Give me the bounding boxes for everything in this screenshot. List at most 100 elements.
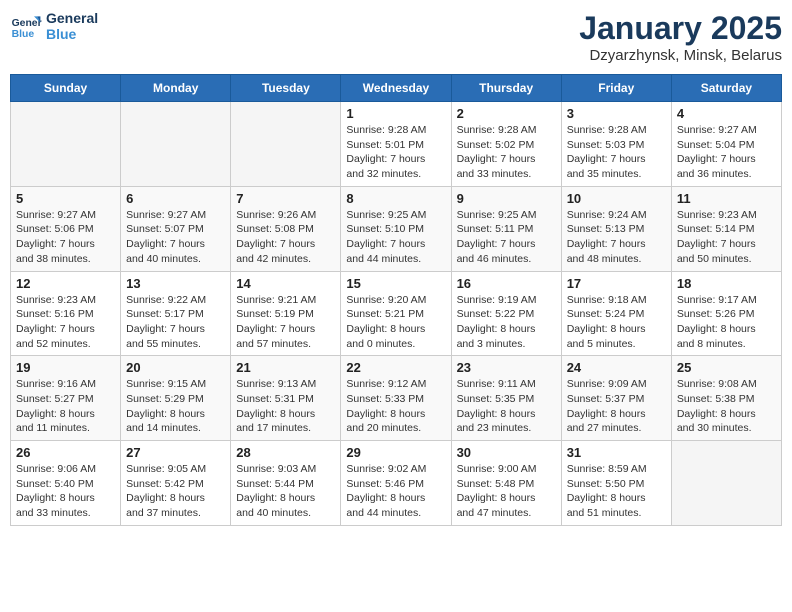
calendar-day-cell: 29Sunrise: 9:02 AM Sunset: 5:46 PM Dayli… (341, 441, 451, 526)
calendar-day-cell: 12 Sunrise: 9:23 AM Sunset: 5:16 PM Dayli… (11, 271, 121, 356)
day-info: Sunrise: 8:59 AM Sunset: 5:50 PM Dayligh… (567, 462, 666, 521)
day-number: 12 (16, 276, 115, 291)
calendar-day-cell: 25Sunrise: 9:08 AM Sunset: 5:38 PM Dayli… (671, 356, 781, 441)
calendar-day-cell: 30Sunrise: 9:00 AM Sunset: 5:48 PM Dayli… (451, 441, 561, 526)
day-info: Sunrise: 9:28 AM Sunset: 5:02 PM Dayligh… (457, 123, 556, 182)
calendar-day-cell: 6 Sunrise: 9:27 AM Sunset: 5:07 PM Daylig… (121, 186, 231, 271)
day-number: 5 (16, 191, 115, 206)
day-number: 18 (677, 276, 776, 291)
day-number: 22 (346, 360, 445, 375)
day-number: 6 (126, 191, 225, 206)
day-number: 7 (236, 191, 335, 206)
day-number: 17 (567, 276, 666, 291)
day-number: 3 (567, 106, 666, 121)
logo-line2: Blue (46, 26, 98, 42)
day-info: Sunrise: 9:23 AM Sunset: 5:14 PM Dayligh… (677, 208, 776, 267)
day-number: 13 (126, 276, 225, 291)
day-number: 20 (126, 360, 225, 375)
day-number: 26 (16, 445, 115, 460)
weekday-header: Friday (561, 75, 671, 102)
day-info: Sunrise: 9:23 AM Sunset: 5:16 PM Dayligh… (16, 293, 115, 352)
day-info: Sunrise: 9:15 AM Sunset: 5:29 PM Dayligh… (126, 377, 225, 436)
calendar-day-cell (121, 102, 231, 187)
calendar-subtitle: Dzyarzhynsk, Minsk, Belarus (579, 47, 782, 64)
weekday-header: Wednesday (341, 75, 451, 102)
logo-icon: General Blue (10, 10, 42, 42)
calendar-day-cell: 4 Sunrise: 9:27 AM Sunset: 5:04 PM Daylig… (671, 102, 781, 187)
calendar-day-cell: 18Sunrise: 9:17 AM Sunset: 5:26 PM Dayli… (671, 271, 781, 356)
calendar-day-cell: 3 Sunrise: 9:28 AM Sunset: 5:03 PM Daylig… (561, 102, 671, 187)
calendar-day-cell: 2 Sunrise: 9:28 AM Sunset: 5:02 PM Daylig… (451, 102, 561, 187)
calendar-day-cell (671, 441, 781, 526)
day-number: 19 (16, 360, 115, 375)
day-info: Sunrise: 9:27 AM Sunset: 5:07 PM Dayligh… (126, 208, 225, 267)
day-number: 21 (236, 360, 335, 375)
calendar-day-cell: 31Sunrise: 8:59 AM Sunset: 5:50 PM Dayli… (561, 441, 671, 526)
day-info: Sunrise: 9:18 AM Sunset: 5:24 PM Dayligh… (567, 293, 666, 352)
calendar-day-cell: 24 Sunrise: 9:09 AM Sunset: 5:37 PM Dayli… (561, 356, 671, 441)
weekday-header-row: SundayMondayTuesdayWednesdayThursdayFrid… (11, 75, 782, 102)
day-info: Sunrise: 9:16 AM Sunset: 5:27 PM Dayligh… (16, 377, 115, 436)
day-number: 16 (457, 276, 556, 291)
calendar-day-cell: 9 Sunrise: 9:25 AM Sunset: 5:11 PM Daylig… (451, 186, 561, 271)
day-number: 27 (126, 445, 225, 460)
day-info: Sunrise: 9:27 AM Sunset: 5:04 PM Dayligh… (677, 123, 776, 182)
day-number: 11 (677, 191, 776, 206)
calendar-day-cell: 20 Sunrise: 9:15 AM Sunset: 5:29 PM Dayli… (121, 356, 231, 441)
day-info: Sunrise: 9:12 AM Sunset: 5:33 PM Dayligh… (346, 377, 445, 436)
weekday-header: Monday (121, 75, 231, 102)
day-number: 8 (346, 191, 445, 206)
calendar-table: SundayMondayTuesdayWednesdayThursdayFrid… (10, 74, 782, 526)
calendar-day-cell: 13 Sunrise: 9:22 AM Sunset: 5:17 PM Dayli… (121, 271, 231, 356)
calendar-day-cell (11, 102, 121, 187)
calendar-week-row: 19 Sunrise: 9:16 AM Sunset: 5:27 PM Dayli… (11, 356, 782, 441)
calendar-day-cell: 11 Sunrise: 9:23 AM Sunset: 5:14 PM Dayli… (671, 186, 781, 271)
calendar-day-cell: 1 Sunrise: 9:28 AM Sunset: 5:01 PM Daylig… (341, 102, 451, 187)
calendar-day-cell: 17 Sunrise: 9:18 AM Sunset: 5:24 PM Dayli… (561, 271, 671, 356)
weekday-header: Thursday (451, 75, 561, 102)
calendar-day-cell (231, 102, 341, 187)
day-info: Sunrise: 9:25 AM Sunset: 5:11 PM Dayligh… (457, 208, 556, 267)
day-info: Sunrise: 9:00 AM Sunset: 5:48 PM Dayligh… (457, 462, 556, 521)
day-info: Sunrise: 9:19 AM Sunset: 5:22 PM Dayligh… (457, 293, 556, 352)
day-number: 23 (457, 360, 556, 375)
calendar-day-cell: 21 Sunrise: 9:13 AM Sunset: 5:31 PM Dayli… (231, 356, 341, 441)
day-info: Sunrise: 9:27 AM Sunset: 5:06 PM Dayligh… (16, 208, 115, 267)
calendar-day-cell: 22 Sunrise: 9:12 AM Sunset: 5:33 PM Dayli… (341, 356, 451, 441)
calendar-day-cell: 14 Sunrise: 9:21 AM Sunset: 5:19 PM Dayli… (231, 271, 341, 356)
day-info: Sunrise: 9:22 AM Sunset: 5:17 PM Dayligh… (126, 293, 225, 352)
day-number: 9 (457, 191, 556, 206)
calendar-day-cell: 15Sunrise: 9:20 AM Sunset: 5:21 PM Dayli… (341, 271, 451, 356)
day-info: Sunrise: 9:21 AM Sunset: 5:19 PM Dayligh… (236, 293, 335, 352)
calendar-title-area: January 2025 Dzyarzhynsk, Minsk, Belarus (579, 10, 782, 64)
day-info: Sunrise: 9:08 AM Sunset: 5:38 PM Dayligh… (677, 377, 776, 436)
day-info: Sunrise: 9:09 AM Sunset: 5:37 PM Dayligh… (567, 377, 666, 436)
day-number: 24 (567, 360, 666, 375)
day-info: Sunrise: 9:24 AM Sunset: 5:13 PM Dayligh… (567, 208, 666, 267)
logo-line1: General (46, 10, 98, 26)
day-info: Sunrise: 9:28 AM Sunset: 5:01 PM Dayligh… (346, 123, 445, 182)
calendar-day-cell: 8 Sunrise: 9:25 AM Sunset: 5:10 PM Daylig… (341, 186, 451, 271)
day-number: 14 (236, 276, 335, 291)
day-info: Sunrise: 9:13 AM Sunset: 5:31 PM Dayligh… (236, 377, 335, 436)
svg-text:Blue: Blue (12, 29, 35, 40)
page-header: General Blue General Blue January 2025 D… (10, 10, 782, 64)
calendar-week-row: 26Sunrise: 9:06 AM Sunset: 5:40 PM Dayli… (11, 441, 782, 526)
logo: General Blue General Blue (10, 10, 98, 42)
calendar-day-cell: 23Sunrise: 9:11 AM Sunset: 5:35 PM Dayli… (451, 356, 561, 441)
calendar-day-cell: 19 Sunrise: 9:16 AM Sunset: 5:27 PM Dayli… (11, 356, 121, 441)
calendar-day-cell: 28 Sunrise: 9:03 AM Sunset: 5:44 PM Dayli… (231, 441, 341, 526)
day-info: Sunrise: 9:03 AM Sunset: 5:44 PM Dayligh… (236, 462, 335, 521)
day-number: 28 (236, 445, 335, 460)
day-info: Sunrise: 9:05 AM Sunset: 5:42 PM Dayligh… (126, 462, 225, 521)
day-info: Sunrise: 9:28 AM Sunset: 5:03 PM Dayligh… (567, 123, 666, 182)
day-info: Sunrise: 9:25 AM Sunset: 5:10 PM Dayligh… (346, 208, 445, 267)
weekday-header: Saturday (671, 75, 781, 102)
day-info: Sunrise: 9:26 AM Sunset: 5:08 PM Dayligh… (236, 208, 335, 267)
day-number: 1 (346, 106, 445, 121)
day-info: Sunrise: 9:02 AM Sunset: 5:46 PM Dayligh… (346, 462, 445, 521)
day-number: 15 (346, 276, 445, 291)
day-number: 4 (677, 106, 776, 121)
day-number: 10 (567, 191, 666, 206)
day-number: 2 (457, 106, 556, 121)
